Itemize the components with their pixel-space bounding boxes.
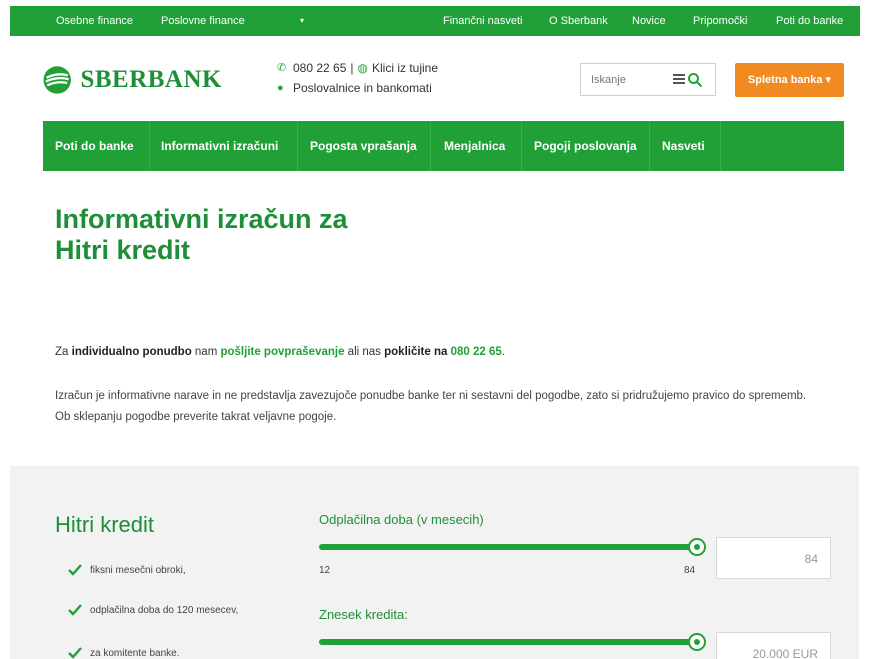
lead-phone-link[interactable]: 080 22 65 [451,346,502,358]
feature-item: fiksni mesečni obroki, [68,564,186,576]
feature-text: za komitente banke. [90,647,180,659]
search-icon[interactable] [687,72,703,88]
nav-divider [649,121,650,171]
amount-slider-label: Znesek kredita: [319,607,408,622]
term-slider-track[interactable] [319,538,706,556]
nav-divider [521,121,522,171]
term-slider-handle[interactable] [688,538,706,556]
list-icon[interactable] [673,74,685,85]
feature-item: za komitente banke. [68,647,180,659]
lead-text: Za [55,346,72,358]
tab-directions[interactable]: Poti do banke [55,121,134,171]
term-max-label: 84 [684,565,696,576]
contact-separator: | [350,61,354,75]
lead-text: ali nas [344,346,385,358]
lead-text: . [501,346,505,358]
phone-icon: ✆ [277,62,287,74]
topbar-link-news[interactable]: Novice [632,6,666,36]
lead-bold-offer: individualno ponudbo [71,346,192,358]
amount-value-field[interactable]: 20.000 EUR [716,632,831,659]
checkmark-icon [68,564,82,576]
sberbank-logo-icon [43,66,71,94]
sberbank-logo[interactable]: SBERBANK [42,60,222,100]
tab-faq[interactable]: Pogosta vprašanja [310,121,417,171]
nav-divider [720,121,721,171]
feature-text: fiksni mesečni obroki, [90,564,186,576]
amount-slider-handle[interactable] [688,633,706,651]
calculator-title: Hitri kredit [55,512,155,537]
topbar-link-business-finance[interactable]: Poslovne finance [161,6,245,36]
logo-wordmark: SBERBANK [80,66,222,93]
page-title: Informativni izračun za Hitri kredit [55,204,455,266]
lead-paragraph: Za individualno ponudbo nam pošljite pov… [55,346,505,358]
send-inquiry-link[interactable]: pošljite povpraševanje [220,346,344,358]
page-title-line2: Hitri kredit [55,235,191,265]
topbar-link-financial-advice[interactable]: Finančni nasveti [443,6,523,36]
topbar-link-about[interactable]: O Sberbank [549,6,608,36]
main-nav: Poti do banke Informativni izračuni Pogo… [43,121,844,171]
header-contact: ✆ 080 22 65 | ◍ Klici iz tujine ● Poslov… [277,58,438,98]
nav-divider [297,121,298,171]
tab-terms[interactable]: Pogoji poslovanja [534,121,637,171]
feature-item: odplačilna doba do 120 mesecev, [68,604,238,616]
tab-exchange[interactable]: Menjalnica [444,121,505,171]
lead-text: nam [191,346,221,358]
top-bar: Osebne finance Poslovne finance ▾ Finanč… [10,6,860,36]
chevron-down-icon[interactable]: ▾ [300,6,304,36]
term-slider-label: Odplačilna doba (v mesecih) [319,512,484,527]
topbar-link-personal-finance[interactable]: Osebne finance [56,6,133,36]
online-banking-button[interactable]: Spletna banka ▾ [735,63,844,97]
checkmark-icon [68,647,82,659]
feature-text: odplačilna doba do 120 mesecev, [90,604,239,616]
checkmark-icon [68,604,82,616]
tab-calculators[interactable]: Informativni izračuni [161,121,278,171]
search-input[interactable] [581,64,661,95]
topbar-link-tools[interactable]: Pripomočki [693,6,747,36]
term-value-field[interactable]: 84 [716,537,831,579]
header-branches-link[interactable]: Poslovalnice in bankomati [293,78,432,98]
lead-bold-call: pokličite na [384,346,448,358]
globe-icon: ◍ [357,61,368,75]
tab-advice[interactable]: Nasveti [662,121,705,171]
nav-divider [430,121,431,171]
topbar-link-directions[interactable]: Poti do banke [776,6,843,36]
amount-slider-track[interactable] [319,633,706,651]
map-pin-icon: ● [277,82,284,94]
header-abroad-link[interactable]: Klici iz tujine [372,58,438,78]
search-box [580,63,716,96]
disclaimer-text: Izračun je informativne narave in ne pre… [55,390,807,423]
header-phone[interactable]: 080 22 65 [293,58,346,78]
term-min-label: 12 [319,565,331,576]
page-title-line1: Informativni izračun za [55,204,348,234]
nav-divider [149,121,150,171]
